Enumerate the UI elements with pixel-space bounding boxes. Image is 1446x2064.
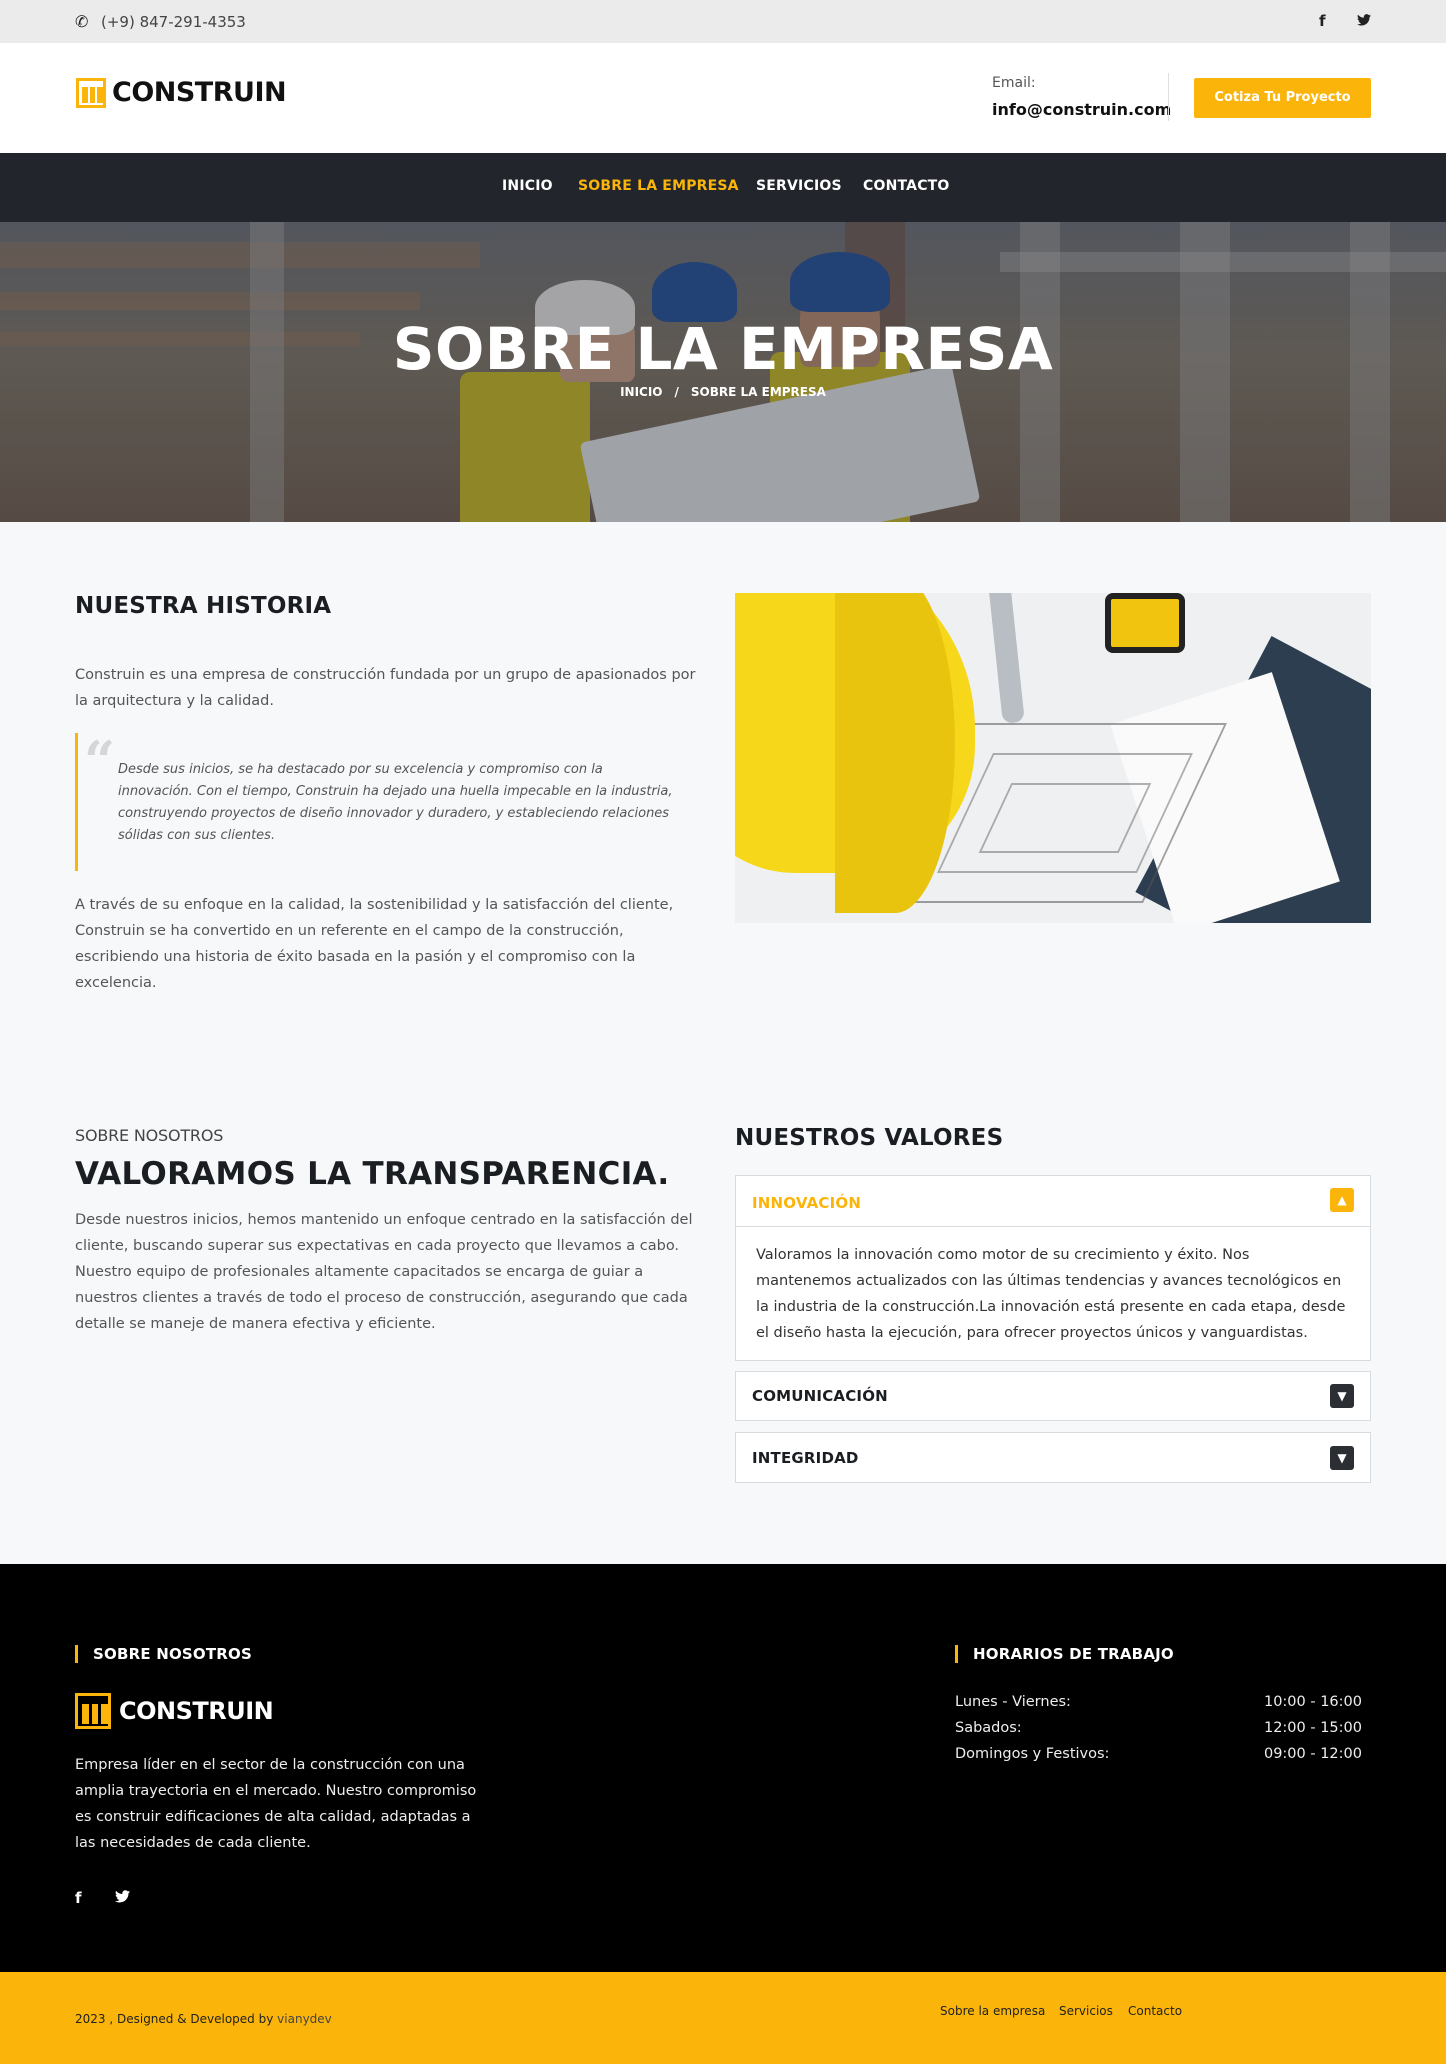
historia-closing: A través de su enfoque en la calidad, la…	[75, 897, 674, 991]
chevron-down-icon[interactable]: ▼	[1330, 1446, 1354, 1470]
hours-time: 12:00 - 15:00	[1263, 1720, 1362, 1736]
accordion-divider	[736, 1226, 1370, 1227]
site-header: CONSTRUIN Email: info@construin.com Coti…	[0, 43, 1446, 153]
nav-item-sobre-la-empresa[interactable]: SOBRE LA EMPRESA	[578, 178, 739, 194]
hours-day: Domingos y Festivos:	[955, 1746, 1110, 1762]
logo-icon	[76, 77, 106, 108]
page-title: SOBRE LA EMPRESA	[392, 315, 1054, 383]
breadcrumb: INICIO / SOBRE LA EMPRESA	[0, 385, 1446, 399]
valores-title: NUESTROS VALORES	[735, 1125, 1004, 1151]
copyright-label: 2023 , Designed & Developed by	[75, 2012, 274, 2026]
footer-hours-title: HORARIOS DE TRABAJO	[955, 1645, 1174, 1663]
historia-quote: “ Desde sus inicios, se ha destacado por…	[75, 729, 692, 871]
hours-row: Lunes - Viernes: 10:00 - 16:00	[955, 1694, 1362, 1720]
footer-logo[interactable]: CONSTRUIN	[75, 1693, 274, 1729]
accordion-header-comunicacion[interactable]: COMUNICACIÓN	[752, 1387, 888, 1405]
footer-description: Empresa líder en el sector de la constru…	[75, 1757, 477, 1851]
footer-about-title: SOBRE NOSOTROS	[75, 1645, 252, 1663]
nav-item-contacto[interactable]: CONTACTO	[863, 178, 950, 194]
footer-link-sobre-la-empresa[interactable]: Sobre la empresa	[940, 2004, 1045, 2018]
hours-time: 09:00 - 12:00	[1263, 1746, 1362, 1762]
copyright-bar: 2023 , Designed & Developed by vianydev …	[0, 1972, 1446, 2064]
sobre-title: VALORAMOS LA TRANSPARENCIA.	[75, 1156, 670, 1192]
hours-row: Sabados: 12:00 - 15:00	[955, 1720, 1362, 1746]
accordion-body-innovacion: Valoramos la innovación como motor de su…	[756, 1247, 1346, 1341]
top-bar: ✆ (+9) 847-291-4353 f	[0, 0, 1446, 43]
email-label: Email:	[992, 75, 1036, 91]
facebook-icon[interactable]: f	[75, 1889, 82, 1907]
historia-title: NUESTRA HISTORIA	[75, 593, 332, 619]
page-hero: SOBRE LA EMPRESA INICIO / SOBRE LA EMPRESA	[0, 222, 1446, 522]
quote-icon: “	[84, 729, 116, 793]
accordion-header-innovacion[interactable]: INNOVACIÓN	[752, 1194, 861, 1212]
twitter-icon[interactable]	[1357, 12, 1371, 30]
chevron-up-icon[interactable]: ▲	[1330, 1188, 1354, 1212]
main-nav: INICIO SOBRE LA EMPRESA SERVICIOS CONTAC…	[0, 153, 1446, 222]
logo-icon	[75, 1693, 111, 1729]
header-divider	[1168, 73, 1169, 121]
phone-number: (+9) 847-291-4353	[101, 13, 246, 31]
sobre-kicker: SOBRE NOSOTROS	[75, 1126, 224, 1145]
site-footer: SOBRE NOSOTROS CONSTRUIN Empresa líder e…	[0, 1564, 1446, 1972]
footer-link-contacto[interactable]: Contacto	[1128, 2004, 1182, 2018]
accordion-item-innovacion: INNOVACIÓN ▲ Valoramos la innovación com…	[735, 1175, 1371, 1361]
breadcrumb-separator: /	[674, 385, 679, 399]
hours-row: Domingos y Festivos: 09:00 - 12:00	[955, 1746, 1362, 1772]
phone-contact[interactable]: ✆ (+9) 847-291-4353	[75, 12, 246, 31]
hours-time: 10:00 - 16:00	[1263, 1694, 1362, 1710]
breadcrumb-inicio[interactable]: INICIO	[620, 385, 662, 399]
hours-day: Lunes - Viernes:	[955, 1694, 1071, 1710]
page: ✆ (+9) 847-291-4353 f CONSTRUIN Email: in…	[0, 0, 1446, 2064]
accordion-header-integridad[interactable]: INTEGRIDAD	[752, 1449, 859, 1467]
facebook-icon[interactable]: f	[1319, 12, 1326, 30]
copyright-text: 2023 , Designed & Developed by vianydev	[75, 2012, 332, 2026]
accordion-item-integridad[interactable]: INTEGRIDAD ▼	[735, 1432, 1371, 1483]
blueprint-helmet-image	[735, 593, 1371, 923]
twitter-icon[interactable]	[115, 1889, 130, 1907]
breadcrumb-current: SOBRE LA EMPRESA	[690, 385, 826, 399]
quote-text: Desde sus inicios, se ha destacado por s…	[118, 762, 673, 843]
hours-day: Sabados:	[955, 1720, 1022, 1736]
quote-project-button[interactable]: Cotiza Tu Proyecto	[1194, 78, 1371, 118]
nav-item-inicio[interactable]: INICIO	[502, 178, 553, 194]
brand-logo[interactable]: CONSTRUIN	[76, 77, 287, 108]
hours-table: Lunes - Viernes: 10:00 - 16:00 Sabados: …	[955, 1694, 1362, 1772]
accordion-item-comunicacion[interactable]: COMUNICACIÓN ▼	[735, 1371, 1371, 1421]
email-link[interactable]: info@construin.com	[992, 100, 1171, 119]
historia-intro: Construin es una empresa de construcción…	[75, 667, 696, 709]
chevron-down-icon[interactable]: ▼	[1330, 1384, 1354, 1408]
brand-name: CONSTRUIN	[112, 77, 287, 108]
sobre-body: Desde nuestros inicios, hemos mantenido …	[75, 1212, 693, 1332]
footer-link-servicios[interactable]: Servicios	[1059, 2004, 1113, 2018]
developer-link[interactable]: vianydev	[277, 2012, 332, 2026]
footer-brand-name: CONSTRUIN	[119, 1697, 274, 1725]
nav-item-servicios[interactable]: SERVICIOS	[756, 178, 842, 194]
phone-icon: ✆	[75, 12, 89, 31]
